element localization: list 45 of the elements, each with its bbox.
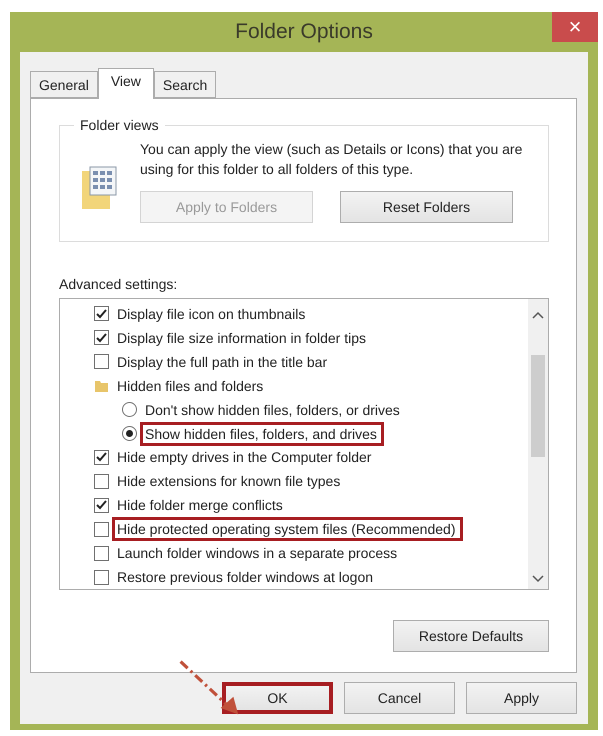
- checkbox[interactable]: [94, 546, 109, 561]
- tab[interactable]: Search: [154, 71, 216, 98]
- checkbox[interactable]: [94, 570, 109, 585]
- checkbox[interactable]: [94, 450, 109, 465]
- setting-label: Launch folder windows in a separate process: [116, 544, 398, 562]
- group-label: Hidden files and folders: [116, 376, 264, 395]
- section-label: Advanced settings:: [59, 276, 178, 292]
- checkbox[interactable]: [94, 354, 109, 370]
- scroll-up-icon[interactable]: [532, 311, 544, 319]
- dialog-button[interactable]: Cancel: [344, 682, 455, 714]
- dialog-button[interactable]: Apply: [466, 682, 577, 714]
- checkbox[interactable]: [94, 306, 109, 322]
- checkbox[interactable]: [94, 522, 109, 537]
- dialog-button[interactable]: OK: [222, 682, 333, 714]
- checkbox[interactable]: [94, 330, 109, 346]
- setting-label: Display file size information in folder tips: [116, 328, 367, 347]
- description-text: You can apply the view (such as Details or Icons) that you are using for this folder to all folders of this type.: [140, 140, 524, 179]
- setting-label: Hide empty drives in the Computer folder: [116, 448, 372, 466]
- folder-button[interactable]: Reset Folders: [340, 191, 513, 223]
- checkbox[interactable]: [94, 474, 109, 489]
- setting-label: Display the full path in the title bar: [116, 352, 328, 371]
- scroll-thumb[interactable]: [531, 355, 545, 457]
- scroll-down-icon[interactable]: [532, 575, 544, 583]
- setting-label: Restore previous folder windows at logon: [116, 568, 374, 586]
- checkmark-icon: [96, 308, 107, 319]
- setting-label: Hide extensions for known file types: [116, 472, 342, 490]
- checkbox[interactable]: [94, 498, 109, 513]
- radio-button[interactable]: [122, 402, 137, 418]
- setting-label: Display file icon on thumbnails: [116, 304, 306, 323]
- setting-label: Show hidden files, folders, and drives: [143, 424, 381, 443]
- close-button[interactable]: ×: [552, 12, 598, 42]
- setting-label: Hide protected operating system files (Recommended): [115, 520, 460, 538]
- group-legend: Folder views: [74, 117, 165, 133]
- radio-button[interactable]: [122, 426, 137, 442]
- tab[interactable]: View: [98, 68, 154, 99]
- checkmark-icon: [96, 332, 107, 343]
- folder-icon: [94, 378, 109, 394]
- scrollbar[interactable]: [528, 299, 548, 589]
- restore-defaults-button[interactable]: Restore Defaults: [393, 620, 549, 652]
- window-title: Folder Options: [235, 20, 373, 44]
- tab[interactable]: General: [30, 71, 98, 98]
- checkmark-icon: [96, 500, 107, 510]
- setting-label: Don't show hidden files, folders, or drives: [144, 400, 401, 419]
- checkmark-icon: [96, 452, 107, 462]
- setting-label: Hide folder merge conflicts: [116, 496, 284, 514]
